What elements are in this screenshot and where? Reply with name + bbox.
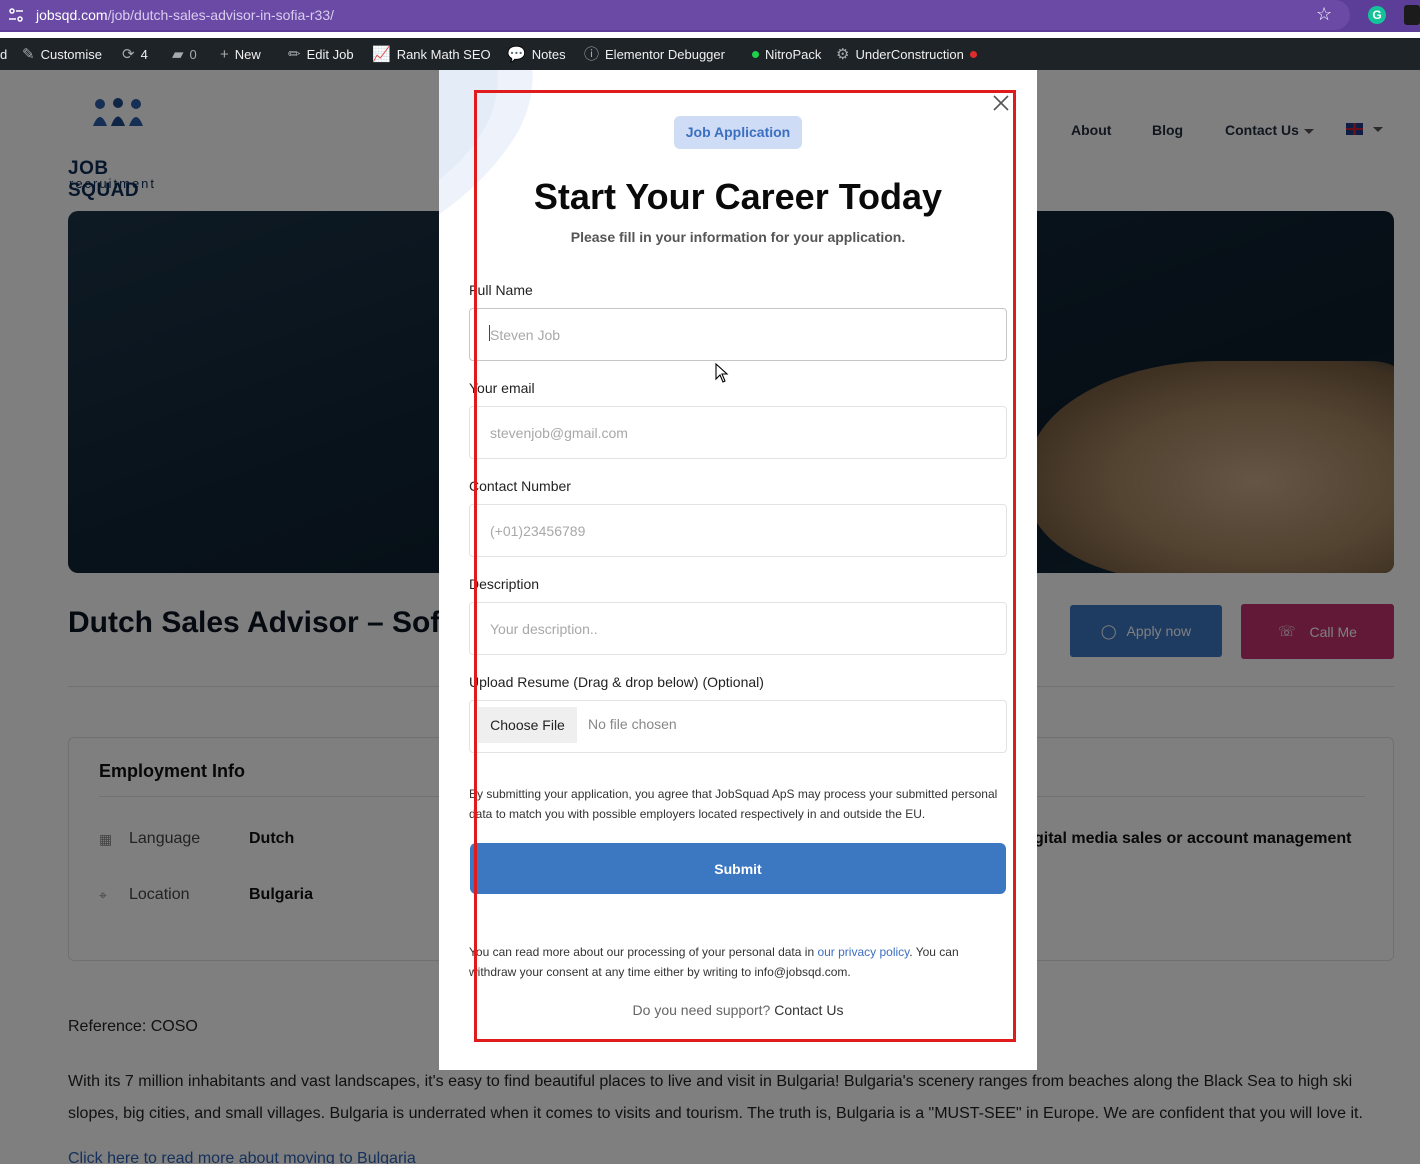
status-dot-green-icon bbox=[752, 50, 759, 58]
pencil-icon: ✏ bbox=[288, 45, 301, 63]
extension-icon[interactable] bbox=[1404, 5, 1420, 25]
comment-icon: ▰ bbox=[172, 45, 184, 63]
admin-item-new-label: New bbox=[234, 46, 261, 62]
admin-item-rank-math[interactable]: 📈 Rank Math SEO bbox=[372, 38, 491, 70]
admin-item-new[interactable]: + New bbox=[220, 38, 261, 70]
plus-icon: + bbox=[220, 45, 229, 63]
grammarly-extension-icon[interactable]: G bbox=[1368, 6, 1386, 24]
annotation-rectangle bbox=[474, 90, 1016, 1042]
wp-admin-bar: d ✎ Customise ⟳ 4 ▰ 0 + New ✏ Edit Job 📈 Rank … bbox=[0, 38, 1420, 70]
notes-icon: 💬 bbox=[507, 45, 526, 63]
info-icon: ⓘ bbox=[584, 45, 600, 63]
admin-item-updates[interactable]: ⟳ 4 bbox=[122, 38, 148, 70]
bookmark-star-icon[interactable]: ☆ bbox=[1316, 4, 1332, 25]
gear-icon: ⚙ bbox=[836, 45, 850, 63]
rank-math-icon: 📈 bbox=[372, 45, 391, 63]
admin-item-rank-math-label: Rank Math SEO bbox=[396, 46, 491, 62]
admin-item-cut-label: d bbox=[0, 46, 8, 62]
url-text[interactable]: jobsqd.com/job/dutch-sales-advisor-in-so… bbox=[36, 7, 334, 23]
admin-item-customise-label: Customise bbox=[40, 46, 102, 62]
updates-icon: ⟳ bbox=[122, 45, 135, 63]
mouse-cursor-icon bbox=[715, 363, 729, 383]
address-bar[interactable]: jobsqd.com/job/dutch-sales-advisor-in-so… bbox=[0, 0, 1350, 30]
admin-item-nitropack-label: NitroPack bbox=[765, 46, 822, 62]
admin-item-elementor-debugger[interactable]: ⓘ Elementor Debugger bbox=[584, 38, 725, 70]
admin-item-edit-job[interactable]: ✏ Edit Job bbox=[288, 38, 354, 70]
url-path: /job/dutch-sales-advisor-in-sofia-r33/ bbox=[107, 7, 335, 23]
url-domain: jobsqd.com bbox=[36, 7, 108, 23]
admin-item-notes[interactable]: 💬 Notes bbox=[507, 38, 566, 70]
admin-item-customise[interactable]: ✎ Customise bbox=[22, 38, 102, 70]
admin-item-cut[interactable]: d bbox=[0, 38, 7, 70]
admin-item-uc-label: UnderConstruction bbox=[855, 46, 964, 62]
admin-item-comments[interactable]: ▰ 0 bbox=[172, 38, 197, 70]
admin-item-edit-job-label: Edit Job bbox=[306, 46, 354, 62]
admin-item-notes-label: Notes bbox=[531, 46, 566, 62]
site-settings-icon[interactable] bbox=[8, 8, 24, 22]
status-dot-red-icon bbox=[969, 50, 977, 58]
admin-item-nitropack[interactable]: NitroPack bbox=[752, 38, 821, 70]
admin-item-elementor-label: Elementor Debugger bbox=[605, 46, 725, 62]
updates-count: 4 bbox=[140, 46, 148, 62]
brush-icon: ✎ bbox=[22, 45, 35, 63]
comments-count: 0 bbox=[189, 46, 197, 62]
admin-item-under-construction[interactable]: ⚙ UnderConstruction bbox=[836, 38, 977, 70]
browser-toolbar: jobsqd.com/job/dutch-sales-advisor-in-so… bbox=[0, 0, 1420, 32]
